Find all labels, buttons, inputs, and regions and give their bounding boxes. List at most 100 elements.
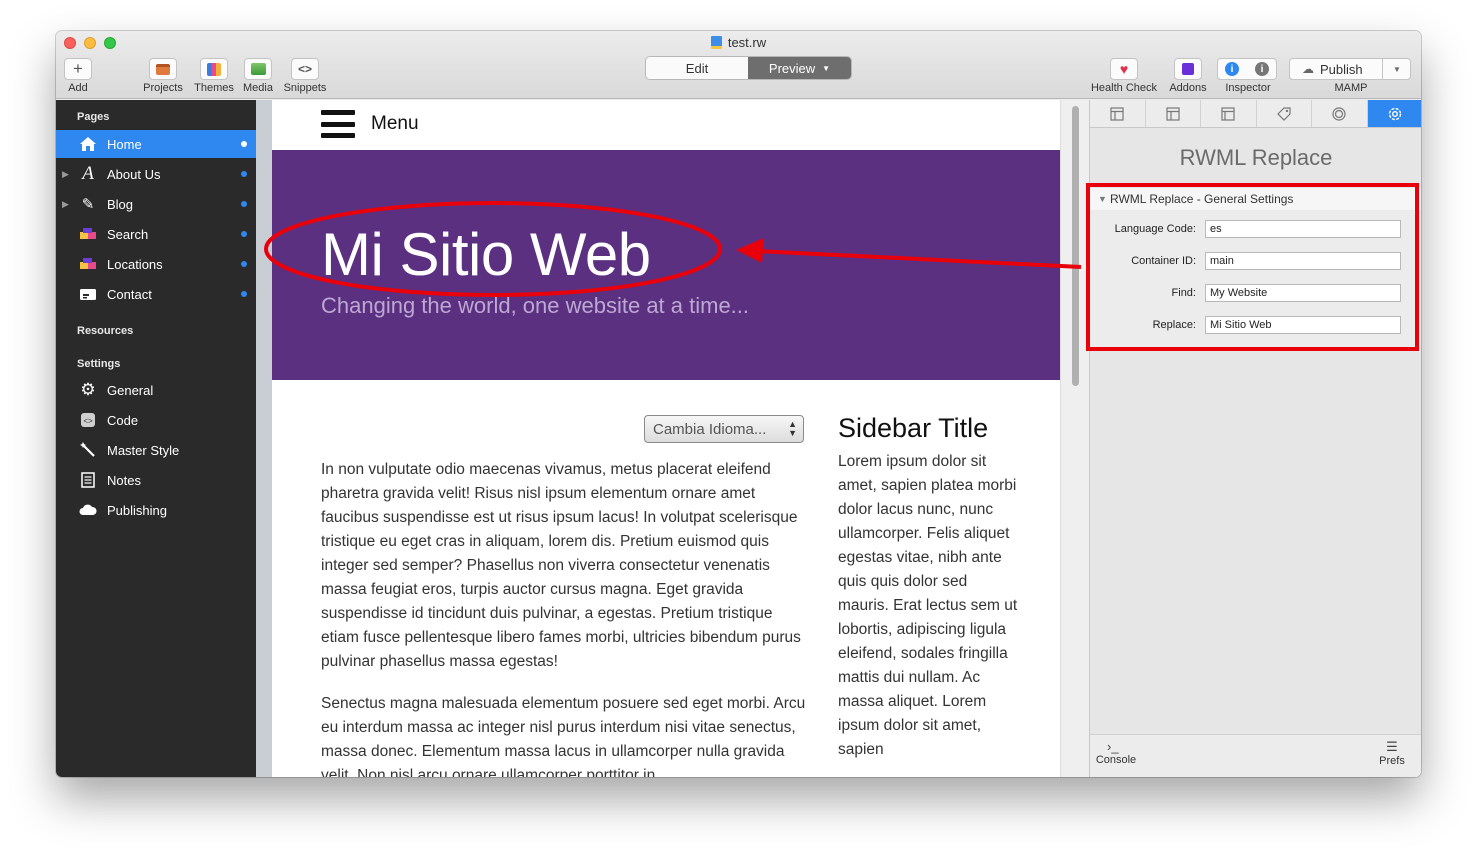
- replace-field[interactable]: [1205, 316, 1401, 334]
- projects-label: Projects: [143, 82, 183, 94]
- section-header[interactable]: ▼ RWML Replace - General Settings: [1090, 188, 1421, 210]
- addons-button[interactable]: [1174, 58, 1202, 80]
- target-icon: [1332, 106, 1346, 121]
- health-check-label: Health Check: [1090, 82, 1158, 94]
- container-id-field[interactable]: [1205, 252, 1401, 270]
- sidebar-item-label: Publishing: [107, 502, 167, 518]
- tab-page-layout[interactable]: [1090, 100, 1146, 127]
- inspector-panel: RWML Replace ▼ RWML Replace - General Se…: [1089, 100, 1421, 777]
- media-button[interactable]: [244, 58, 272, 80]
- hamburger-menu-icon[interactable]: [321, 110, 355, 138]
- menu-label: Menu: [371, 113, 419, 134]
- sidebar-item-general[interactable]: ⚙ General: [56, 376, 256, 404]
- sidebar-item-label: Locations: [107, 256, 163, 272]
- scrollbar-thumb[interactable]: [1072, 106, 1079, 386]
- layout-icon: [1110, 106, 1124, 121]
- themes-button[interactable]: [200, 58, 228, 80]
- sidebar-text: Lorem ipsum dolor sit amet, sapien plate…: [838, 453, 1018, 758]
- publish-label: Publish: [1320, 61, 1363, 77]
- blocks-icon: [79, 255, 97, 273]
- sidebar-item-label: Notes: [107, 472, 141, 488]
- health-check-button[interactable]: ♥: [1110, 58, 1138, 80]
- site-menu[interactable]: Menu: [321, 110, 419, 138]
- tab-page-content[interactable]: [1146, 100, 1201, 127]
- page-status-dot: [241, 291, 247, 297]
- toolbar: test.rw + Add Projects Themes Media <> S…: [56, 31, 1421, 99]
- preview-mode-button[interactable]: Preview ▼: [748, 57, 851, 79]
- site-header-banner: Mi Sitio Web Changing the world, one web…: [272, 150, 1060, 380]
- plus-icon: +: [73, 59, 83, 78]
- app-window: test.rw + Add Projects Themes Media <> S…: [56, 31, 1421, 777]
- inspector-footer: ›_ Console ☰ Prefs: [1090, 734, 1421, 777]
- inspector-title: RWML Replace: [1179, 145, 1333, 170]
- projects-button[interactable]: [149, 58, 177, 80]
- sidebar-item-locations[interactable]: Locations: [56, 250, 256, 278]
- layout-sidebar-icon: [1166, 106, 1180, 121]
- contact-card-icon: [79, 285, 97, 303]
- media-label: Media: [243, 82, 273, 94]
- gear-icon: ⚙: [80, 380, 96, 399]
- body-paragraph: In non vulputate odio maecenas vivamus, …: [321, 461, 801, 670]
- terminal-icon: ›_: [1107, 739, 1119, 754]
- page-preview[interactable]: Menu Mi Sitio Web Changing the world, on…: [256, 100, 1089, 777]
- find-field[interactable]: [1205, 284, 1401, 302]
- addons-label: Addons: [1169, 82, 1207, 94]
- tab-layout[interactable]: [1201, 100, 1257, 127]
- page-status-dot: [241, 171, 247, 177]
- page-status-dot: [241, 201, 247, 207]
- sidebar-item-about-us[interactable]: ▶ A About Us: [56, 160, 256, 188]
- tab-plugin-settings[interactable]: [1367, 100, 1421, 127]
- container-id-label: Container ID:: [1131, 255, 1196, 267]
- media-icon: [250, 63, 266, 75]
- snippets-button[interactable]: <>: [291, 58, 319, 80]
- sidebar-item-search[interactable]: Search: [56, 220, 256, 248]
- language-select[interactable]: Cambia Idioma... ▲ ▼: [644, 415, 804, 443]
- console-button[interactable]: ›_ Console: [1094, 739, 1138, 766]
- page-status-dot: [241, 231, 247, 237]
- sidebar-item-publishing[interactable]: Publishing: [56, 496, 256, 524]
- disclosure-triangle-icon[interactable]: ▶: [62, 199, 69, 210]
- home-icon: [79, 135, 97, 153]
- sidebar-item-label: Search: [107, 226, 149, 242]
- site-title: Mi Sitio Web: [321, 221, 651, 288]
- tab-tags[interactable]: [1257, 100, 1312, 127]
- publish-button[interactable]: ☁ Publish ▼: [1289, 58, 1411, 80]
- replace-label: Replace:: [1152, 319, 1196, 331]
- wand-icon: [79, 441, 97, 459]
- edit-mode-button[interactable]: Edit: [646, 57, 748, 79]
- disclosure-triangle-icon[interactable]: ▼: [1098, 188, 1107, 210]
- inspector-label: Inspector: [1225, 82, 1271, 94]
- info-icon[interactable]: i: [1225, 62, 1239, 76]
- add-button[interactable]: +: [64, 58, 92, 80]
- sidebar-item-home[interactable]: Home: [56, 130, 256, 158]
- sidebar-item-master-style[interactable]: Master Style: [56, 436, 256, 464]
- inspector-tabs: [1090, 100, 1421, 128]
- sidebar-item-label: Master Style: [107, 442, 180, 458]
- language-select-value: Cambia Idioma...: [653, 420, 767, 438]
- addons-icon: [1182, 63, 1194, 75]
- preview-scrollbar[interactable]: [1060, 100, 1089, 777]
- sidebar-item-label: General: [107, 382, 154, 398]
- prefs-button[interactable]: ☰ Prefs: [1376, 739, 1408, 767]
- settings-header: Settings: [77, 358, 121, 370]
- language-code-field[interactable]: [1205, 220, 1401, 238]
- console-label: Console: [1095, 754, 1137, 766]
- pencil-icon: ✎: [81, 196, 95, 213]
- sidebar-item-notes[interactable]: Notes: [56, 466, 256, 494]
- sidebar-item-contact[interactable]: Contact: [56, 280, 256, 308]
- sidebar-item-label: Blog: [107, 196, 134, 212]
- info-secondary-icon[interactable]: i: [1255, 62, 1269, 76]
- publish-menu-arrow-icon[interactable]: ▼: [1382, 58, 1411, 80]
- sidebar-item-label: About Us: [107, 166, 161, 182]
- page-status-dot: [241, 261, 247, 267]
- document-icon: [710, 36, 722, 49]
- blocks-icon: [79, 225, 97, 243]
- site-sidebar: Pages Home ▶ A About Us ▶ ✎ Blog Search: [56, 100, 256, 777]
- window-title-text: test.rw: [727, 35, 767, 50]
- sidebar-item-blog[interactable]: ▶ ✎ Blog: [56, 190, 256, 218]
- resources-header[interactable]: Resources: [77, 325, 133, 337]
- preview-page: Menu Mi Sitio Web Changing the world, on…: [272, 100, 1060, 777]
- disclosure-triangle-icon[interactable]: ▶: [62, 169, 69, 180]
- sidebar-item-code[interactable]: <> Code: [56, 406, 256, 434]
- tab-style[interactable]: [1312, 100, 1368, 127]
